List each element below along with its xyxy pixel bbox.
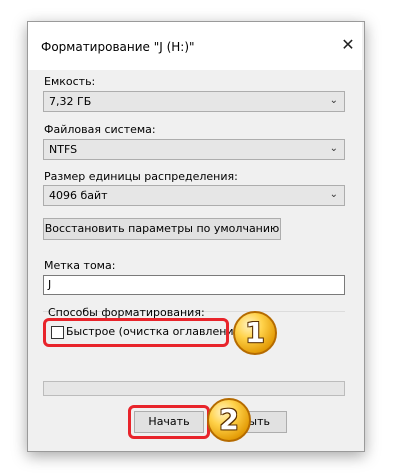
chevron-down-icon: ⌄ xyxy=(329,143,338,154)
restore-defaults-button[interactable]: Восстановить параметры по умолчанию xyxy=(43,218,281,240)
dialog-title: Форматирование "J (H:)" xyxy=(41,40,195,54)
filesystem-value: NTFS xyxy=(49,143,78,156)
filesystem-label: Файловая система: xyxy=(44,123,156,136)
step-badge-1: 1 xyxy=(233,311,277,355)
allocation-label: Размер единицы распределения: xyxy=(44,170,238,183)
volume-label-input[interactable]: J xyxy=(43,275,345,295)
filesystem-dropdown[interactable]: NTFS ⌄ xyxy=(43,139,345,160)
volume-label-value: J xyxy=(48,278,52,291)
capacity-label: Емкость: xyxy=(44,75,96,88)
chevron-down-icon: ⌄ xyxy=(329,95,338,106)
step-badge-2: 2 xyxy=(207,398,251,442)
highlight-quick-format xyxy=(43,318,229,347)
allocation-dropdown[interactable]: 4096 байт ⌄ xyxy=(43,185,345,206)
close-icon[interactable]: ✕ xyxy=(337,34,359,56)
chevron-down-icon: ⌄ xyxy=(329,189,338,200)
volume-label-label: Метка тома: xyxy=(44,259,116,272)
allocation-value: 4096 байт xyxy=(49,189,108,202)
capacity-value: 7,32 ГБ xyxy=(49,95,92,108)
capacity-dropdown[interactable]: 7,32 ГБ ⌄ xyxy=(43,91,345,112)
highlight-start-button xyxy=(128,405,210,439)
progress-bar xyxy=(43,381,345,396)
